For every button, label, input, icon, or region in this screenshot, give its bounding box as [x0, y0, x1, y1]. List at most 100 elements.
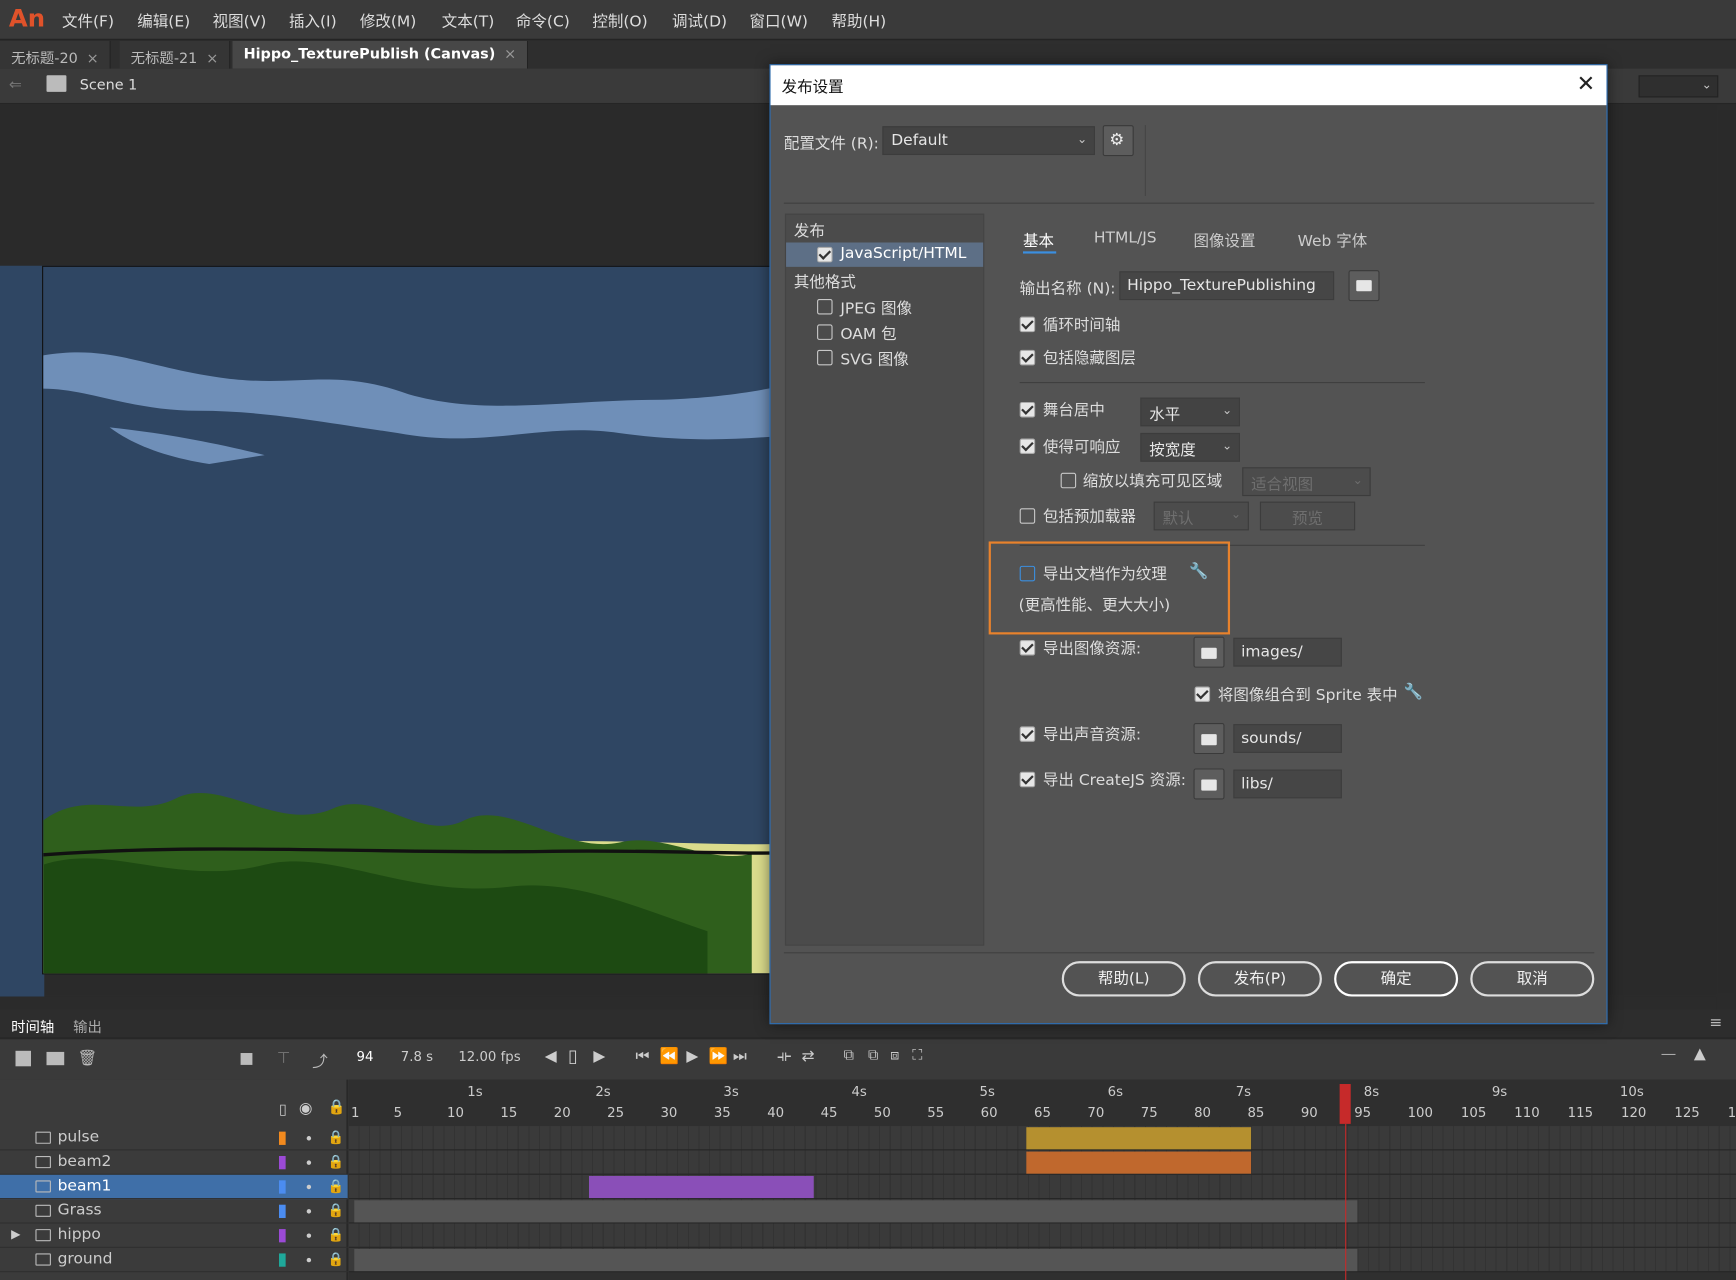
onion-outline-icon[interactable]: ⧉: [868, 1047, 878, 1064]
menu-edit[interactable]: 编辑(E): [137, 10, 190, 32]
include-hidden-checkbox[interactable]: [1019, 349, 1036, 366]
menu-help[interactable]: 帮助(H): [831, 10, 886, 32]
close-icon[interactable]: ×: [504, 47, 516, 64]
edit-multiple-icon[interactable]: ⧈: [890, 1047, 899, 1064]
folder-icon[interactable]: [46, 1051, 65, 1066]
images-path-input[interactable]: images/: [1233, 637, 1342, 667]
frame-row[interactable]: [348, 1150, 1736, 1175]
browse-libs-button[interactable]: [1193, 768, 1225, 800]
step-forward-icon[interactable]: ⏩: [709, 1047, 728, 1065]
trash-icon[interactable]: 🗑: [77, 1050, 97, 1068]
vertical-scrollbar[interactable]: [1718, 110, 1734, 993]
play-icon[interactable]: ▶: [686, 1047, 698, 1065]
center-stage-select[interactable]: 水平 ⌄: [1140, 397, 1240, 427]
tab-basic[interactable]: 基本: [1023, 229, 1054, 251]
elapsed-time[interactable]: 7.8 s: [401, 1049, 433, 1065]
close-icon[interactable]: ×: [206, 51, 218, 68]
layer-row[interactable]: beam2 🔒: [0, 1150, 348, 1175]
format-item-oam[interactable]: OAM 包: [786, 320, 983, 344]
modify-markers-icon[interactable]: ⛶: [912, 1047, 922, 1064]
format-item-jpeg[interactable]: JPEG 图像: [786, 295, 983, 319]
loop-icon[interactable]: ⟛: [777, 1047, 791, 1065]
lock-icon[interactable]: 🔒: [328, 1178, 345, 1194]
tab-html-js[interactable]: HTML/JS: [1094, 229, 1157, 247]
help-button[interactable]: 帮助(L): [1061, 961, 1186, 997]
frame-row[interactable]: [348, 1247, 1736, 1273]
eye-icon[interactable]: ◉: [299, 1100, 313, 1118]
jpeg-checkbox[interactable]: [817, 298, 833, 315]
menu-window[interactable]: 窗口(W): [750, 10, 808, 32]
scale-fill-checkbox[interactable]: [1060, 472, 1077, 489]
new-layer-icon[interactable]: [15, 1050, 31, 1067]
browse-output-button[interactable]: [1348, 270, 1380, 302]
export-sounds-checkbox[interactable]: [1019, 726, 1036, 742]
layer-color-swatch[interactable]: [278, 1155, 286, 1170]
parent-view-icon[interactable]: ⊤: [277, 1050, 291, 1068]
close-icon[interactable]: ×: [87, 51, 99, 68]
oam-checkbox[interactable]: [817, 324, 833, 340]
visibility-dot[interactable]: [306, 1257, 312, 1263]
frame-span[interactable]: [354, 1200, 1358, 1223]
browse-sounds-button[interactable]: [1193, 723, 1225, 755]
center-frame-icon[interactable]: ⇄: [802, 1047, 815, 1065]
libs-path-input[interactable]: libs/: [1233, 769, 1342, 799]
menu-debug[interactable]: 调试(D): [672, 10, 727, 32]
tween-span[interactable]: [589, 1175, 814, 1199]
lock-icon[interactable]: 🔒: [328, 1100, 346, 1117]
doc-tab-hippo[interactable]: Hippo_TexturePublish (Canvas) ×: [232, 40, 529, 69]
menu-commands[interactable]: 命令(C): [516, 10, 570, 32]
visibility-dot[interactable]: [306, 1233, 312, 1238]
frame-span[interactable]: [354, 1249, 1358, 1272]
menu-file[interactable]: 文件(F): [62, 10, 114, 32]
step-back-icon[interactable]: ⏪: [660, 1047, 679, 1065]
layer-row[interactable]: ground 🔒: [0, 1248, 348, 1273]
preloader-select[interactable]: 默认 ⌄: [1153, 501, 1249, 531]
graph-icon[interactable]: ⤴: [312, 1050, 327, 1072]
layer-row[interactable]: pulse 🔒: [0, 1126, 348, 1151]
preloader-checkbox[interactable]: [1019, 508, 1036, 524]
wrench-icon[interactable]: 🔧: [1404, 683, 1423, 701]
tab-image-settings[interactable]: 图像设置: [1193, 229, 1255, 251]
profile-options-button[interactable]: ⚙: [1102, 125, 1134, 157]
frame-row[interactable]: [348, 1199, 1736, 1224]
publish-button[interactable]: 发布(P): [1197, 961, 1322, 997]
tween-span[interactable]: [1026, 1127, 1251, 1150]
wrench-icon[interactable]: 🔧: [1189, 562, 1208, 580]
playhead[interactable]: [1339, 1084, 1351, 1124]
menu-view[interactable]: 视图(V): [213, 10, 267, 32]
tween-span[interactable]: [1026, 1151, 1251, 1174]
sounds-path-input[interactable]: sounds/: [1233, 724, 1342, 753]
frame-row[interactable]: [348, 1223, 1736, 1248]
stage-canvas[interactable]: [42, 265, 818, 975]
camera-icon[interactable]: ■: [239, 1050, 254, 1068]
layer-row[interactable]: beam1 🔒: [0, 1174, 348, 1200]
format-item-svg[interactable]: SVG 图像: [786, 345, 983, 369]
onion-skin-icon[interactable]: ⧉: [844, 1047, 854, 1064]
menu-insert[interactable]: 插入(I): [289, 10, 337, 32]
menu-text[interactable]: 文本(T): [442, 10, 495, 32]
prev-keyframe-icon[interactable]: ◀: [545, 1047, 557, 1065]
cancel-button[interactable]: 取消: [1470, 961, 1595, 997]
outline-toggle-icon[interactable]: ▯: [279, 1102, 287, 1119]
menu-modify[interactable]: 修改(M): [360, 10, 416, 32]
ok-button[interactable]: 确定: [1334, 961, 1459, 997]
combine-sprite-checkbox[interactable]: [1194, 686, 1211, 703]
format-item-js-html[interactable]: JavaScript/HTML: [786, 242, 984, 267]
visibility-dot[interactable]: [306, 1184, 312, 1190]
layer-color-swatch[interactable]: [278, 1253, 286, 1267]
layer-color-swatch[interactable]: [278, 1180, 286, 1194]
tab-web-fonts[interactable]: Web 字体: [1298, 229, 1368, 251]
layer-row[interactable]: ▶ hippo 🔒: [0, 1224, 348, 1248]
last-frame-icon[interactable]: ⏭: [733, 1047, 747, 1065]
profile-select[interactable]: Default ⌄: [882, 126, 1095, 156]
lock-icon[interactable]: 🔒: [328, 1227, 345, 1243]
menu-control[interactable]: 控制(O): [592, 10, 647, 32]
lock-icon[interactable]: 🔒: [328, 1154, 345, 1170]
back-arrow-icon[interactable]: ⇐: [9, 76, 22, 94]
frames-panel[interactable]: 1s 2s 3s 4s 5s 6s 7s 8s 9s 10s 1 5 10 15 20 25 30 35 40 45…: [348, 1079, 1736, 1280]
frame-row[interactable]: [348, 1126, 1736, 1151]
frame-rate[interactable]: 12.00 fps: [458, 1049, 520, 1065]
visibility-dot[interactable]: [306, 1136, 312, 1141]
layer-row[interactable]: Grass 🔒: [0, 1199, 348, 1224]
current-frame[interactable]: 94: [356, 1049, 373, 1065]
